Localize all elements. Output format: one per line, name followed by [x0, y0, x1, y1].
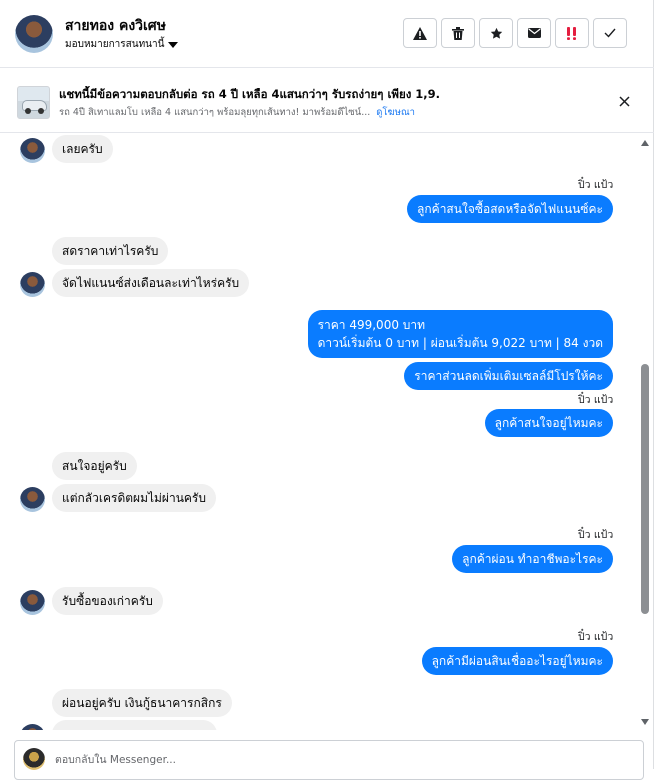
- outgoing-message: ลูกค้าสนใจอยู่ไหมคะ: [484, 409, 613, 437]
- reply-input[interactable]: [53, 751, 473, 769]
- scroll-up-arrow-icon[interactable]: [641, 140, 649, 146]
- thread-scrollbar[interactable]: [637, 134, 651, 730]
- spam-icon: [567, 26, 576, 40]
- incoming-message: สดราคาเท่าไรครับ: [52, 237, 169, 265]
- incoming-message-partial: [52, 720, 217, 730]
- conversation-toolbar: [403, 18, 627, 48]
- mark-done-button[interactable]: [593, 18, 627, 48]
- message-line: ดาวน์เริ่มต้น 0 บาท | ผ่อนเริ่มต้น 9,022…: [317, 336, 603, 350]
- conversation-panel: สายทอง คงวิเศษ มอบหมายการสนทนานี้ แชทนี้…: [0, 0, 654, 780]
- outgoing-message: ลูกค้าสนใจซื้อสดหรือจัดไฟแนนซ์คะ: [407, 195, 613, 223]
- sender-label: ปิ๋ว แป้ว: [578, 631, 614, 643]
- report-button[interactable]: [403, 18, 437, 48]
- outgoing-message: ลูกค้ามีผ่อนสินเชื่ออะไรอยู่ไหมคะ: [421, 647, 613, 675]
- view-ad-link[interactable]: ดูโฆษณา: [376, 107, 415, 118]
- incoming-message: จัดไฟแนนซ์ส่งเดือนละเท่าไหร่ครับ: [52, 269, 250, 297]
- contact-avatar-small: [20, 272, 45, 297]
- assign-label: มอบหมายการสนทนานี้: [65, 39, 165, 50]
- star-button[interactable]: [479, 18, 513, 48]
- contact-avatar-small: [20, 138, 45, 163]
- sender-label: ปิ๋ว แป้ว: [578, 394, 614, 406]
- scrollbar-thumb[interactable]: [641, 364, 649, 614]
- outgoing-message: ลูกค้าผ่อน ทำอาชีพอะไรคะ: [452, 545, 613, 573]
- trash-icon: [452, 26, 464, 40]
- close-banner-button[interactable]: [614, 91, 634, 111]
- incoming-message: สนใจอยู่ครับ: [52, 452, 137, 480]
- incoming-message: ผ่อนอยู่ครับ เงินกู้ธนาคารกสิกร: [52, 689, 232, 717]
- alert-icon: [413, 26, 427, 40]
- ad-reply-banner: แชทนี้มีข้อความตอบกลับต่อ รถ 4 ปี เหลือ …: [0, 69, 654, 133]
- ad-thumbnail[interactable]: [17, 86, 50, 119]
- mark-unread-button[interactable]: [517, 18, 551, 48]
- contact-avatar-small: [20, 590, 45, 615]
- conversation-header: สายทอง คงวิเศษ มอบหมายการสนทนานี้: [0, 0, 654, 68]
- contact-avatar-small: [20, 724, 45, 730]
- message-thread[interactable]: เลยครับ ปิ๋ว แป้ว ลูกค้าสนใจซื้อสดหรือจั…: [0, 134, 654, 730]
- outgoing-message: ราคาส่วนลดเพิ่มเติมเซลล์มีโปรให้คะ: [404, 362, 613, 390]
- contact-avatar-small: [20, 487, 45, 512]
- sender-label: ปิ๋ว แป้ว: [578, 529, 614, 541]
- outgoing-message: ราคา 499,000 บาท ดาวน์เริ่มต้น 0 บาท | ผ…: [307, 310, 613, 358]
- ad-banner-description: รถ 4ปี สิเทาแลมโบ เหลือ 4 แสนกว่าๆ พร้อม…: [59, 107, 371, 118]
- chevron-down-icon: [168, 41, 179, 48]
- contact-name[interactable]: สายทอง คงวิเศษ: [65, 15, 166, 37]
- contact-avatar[interactable]: [15, 15, 53, 53]
- sender-label: ปิ๋ว แป้ว: [578, 179, 614, 191]
- reply-composer: [14, 740, 644, 780]
- incoming-message: เลยครับ: [52, 135, 113, 163]
- ad-banner-title: แชทนี้มีข้อความตอบกลับต่อ รถ 4 ปี เหลือ …: [59, 87, 439, 101]
- message-line: ราคา 499,000 บาท: [317, 318, 426, 332]
- incoming-message: รับซื้อของเก่าครับ: [52, 587, 163, 615]
- envelope-icon: [527, 28, 541, 38]
- scroll-down-arrow-icon[interactable]: [641, 719, 649, 725]
- assign-conversation-dropdown[interactable]: มอบหมายการสนทนานี้: [65, 37, 179, 52]
- close-icon: [618, 95, 630, 107]
- delete-button[interactable]: [441, 18, 475, 48]
- check-icon: [604, 28, 616, 38]
- page-avatar: [23, 748, 45, 770]
- star-icon: [490, 27, 502, 39]
- ad-banner-subtitle: รถ 4ปี สิเทาแลมโบ เหลือ 4 แสนกว่าๆ พร้อม…: [59, 105, 415, 120]
- incoming-message: แต่กลัวเครดิตผมไม่ผ่านครับ: [52, 484, 216, 512]
- spam-button[interactable]: [555, 18, 589, 48]
